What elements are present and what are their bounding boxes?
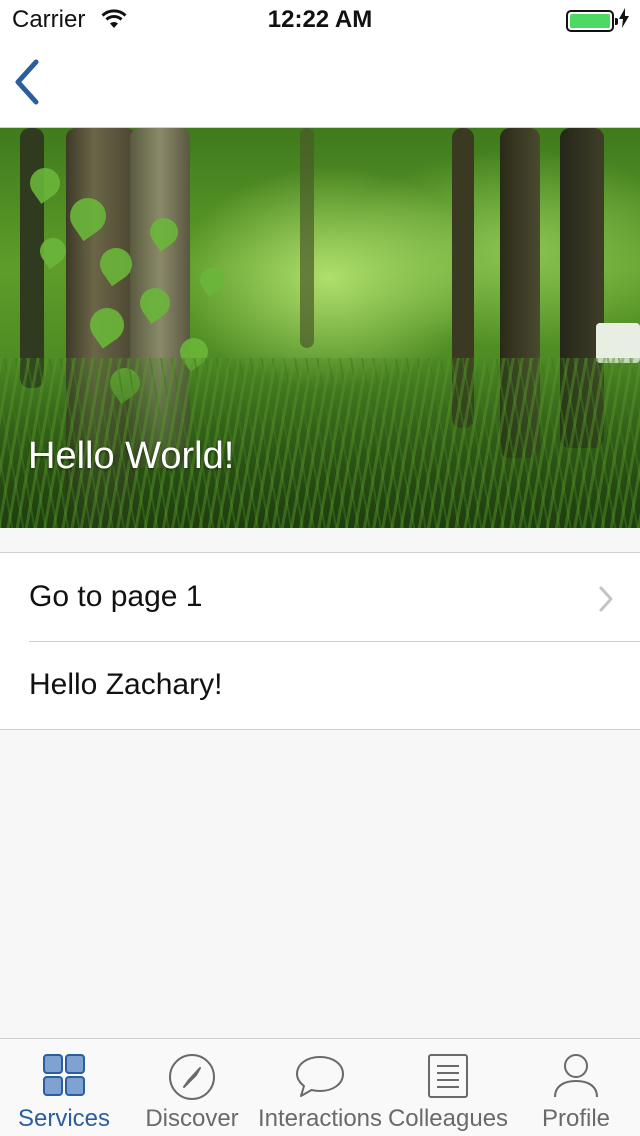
chevron-left-icon [15, 59, 39, 105]
hero-banner: Hello World! [0, 128, 640, 528]
person-icon [554, 1054, 598, 1098]
status-bar: Carrier 12:22 AM [0, 0, 640, 40]
chevron-right-icon [598, 585, 614, 621]
navigation-bar [0, 40, 640, 128]
tab-label: Colleagues [387, 1105, 509, 1132]
list-item-go-to-page-1[interactable]: Go to page 1 [0, 553, 640, 641]
clock: 12:22 AM [267, 6, 373, 33]
battery-icon [566, 10, 618, 32]
list-item-greeting: Hello Zachary! [0, 641, 640, 729]
hero-title: Hello World! [28, 435, 235, 477]
tab-services[interactable]: Services [0, 1039, 128, 1136]
list-item-label: Hello Zachary! [29, 668, 223, 701]
tab-label: Profile [541, 1105, 611, 1132]
charging-bolt-icon [618, 8, 630, 33]
compass-icon [169, 1054, 215, 1100]
chat-bubble-icon [296, 1056, 344, 1097]
list-item-label: Go to page 1 [29, 580, 203, 613]
tab-interactions[interactable]: Interactions [256, 1039, 384, 1136]
back-button[interactable] [10, 58, 54, 108]
tab-colleagues[interactable]: Colleagues [384, 1039, 512, 1136]
tab-label: Discover [145, 1105, 239, 1132]
grid-icon [43, 1054, 85, 1096]
menu-list: Go to page 1 Hello Zachary! [0, 552, 640, 730]
tab-label: Services [17, 1105, 111, 1132]
tab-discover[interactable]: Discover [128, 1039, 256, 1136]
tab-bar: Services Discover Interactions Colleague… [0, 1038, 640, 1136]
document-icon [428, 1054, 468, 1098]
tab-profile[interactable]: Profile [512, 1039, 640, 1136]
tab-label: Interactions [257, 1105, 383, 1132]
